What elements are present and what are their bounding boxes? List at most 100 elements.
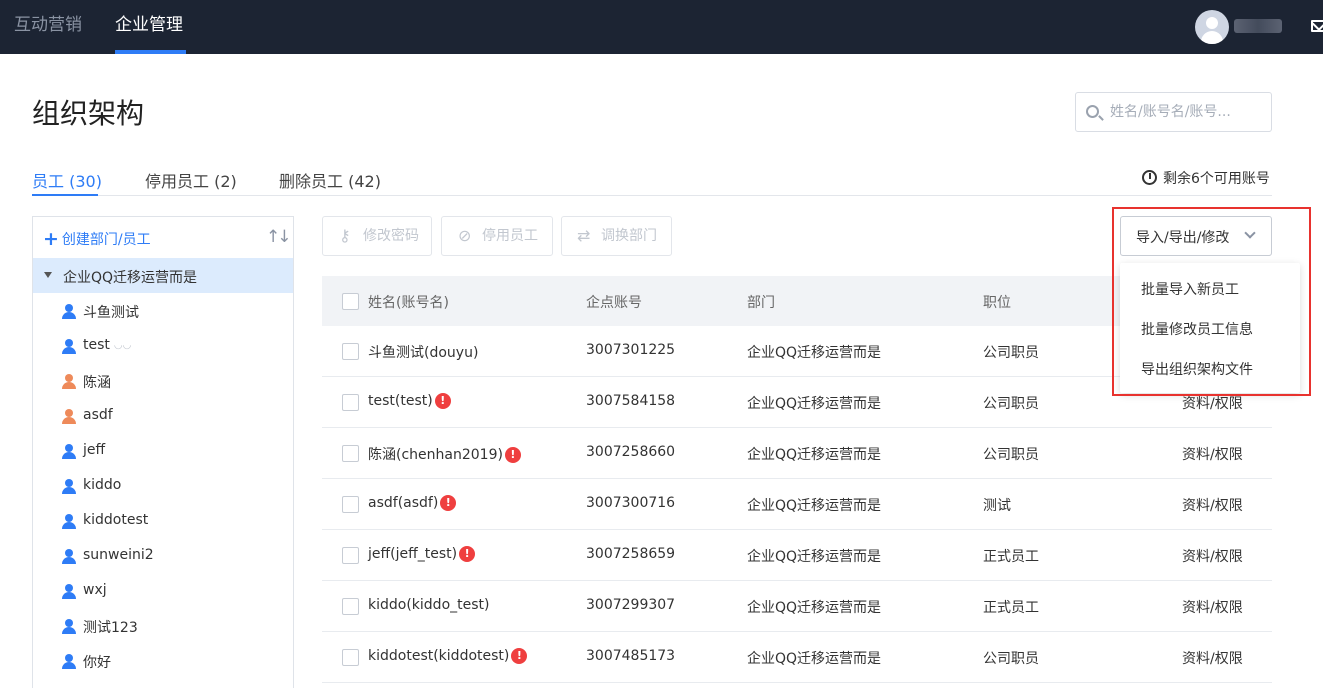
tree-member[interactable]: 测试123 [33,609,293,644]
person-icon [61,479,77,494]
row-checkbox[interactable] [342,394,359,411]
cell-name: kiddotest(kiddotest) [368,648,510,664]
create-dept-employee-button[interactable]: + 创建部门/员工 [43,228,151,250]
person-icon [61,654,77,669]
avatar[interactable] [1195,10,1229,44]
nav-active-indicator [115,50,186,54]
cell-account: 3007584158 [586,393,676,409]
warning-icon[interactable]: ! [504,447,521,463]
tree-member-label: wxj [83,582,107,598]
cell-position: 公司职员 [983,396,1039,412]
tree-member[interactable]: 陈涵 [33,364,293,399]
transfer-department-button[interactable]: ⇄ 调换部门 [561,216,672,256]
person-icon [61,374,77,389]
profile-permissions-link[interactable]: 资料/权限 [1182,444,1243,464]
person-icon [61,619,77,634]
warning-icon[interactable]: ! [511,648,528,664]
cell-department: 企业QQ迁移运营而是 [747,498,882,514]
warning-icon[interactable]: ! [459,546,476,562]
table-row: kiddo(kiddo_test) 3007299307 企业QQ迁移运营而是 … [322,581,1272,632]
table-row: asdf(asdf)! 3007300716 企业QQ迁移运营而是 测试 资料/… [322,479,1272,530]
profile-permissions-link[interactable]: 资料/权限 [1182,495,1243,515]
row-checkbox[interactable] [342,445,359,462]
tree-member-label: 测试123 [83,620,138,636]
cell-department: 企业QQ迁移运营而是 [747,549,882,565]
cell-name: test(test) [368,393,433,409]
profile-permissions-link[interactable]: 资料/权限 [1182,597,1243,617]
profile-permissions-link[interactable]: 资料/权限 [1182,546,1243,566]
nav-item-interactive-marketing[interactable]: 互动营销 [14,0,82,54]
search-icon [1086,105,1099,118]
menu-item-export-org-file[interactable]: 导出组织架构文件 [1141,359,1253,379]
cell-department: 企业QQ迁移运营而是 [747,447,882,463]
tree-member-label: 你好 [83,655,111,671]
tab-disabled-employees[interactable]: 停用员工 (2) [145,168,237,192]
search-box[interactable] [1075,92,1272,132]
menu-item-batch-modify[interactable]: 批量修改员工信息 [1141,319,1253,339]
person-icon [61,549,77,564]
profile-permissions-link[interactable]: 资料/权限 [1182,648,1243,668]
cell-position: 公司职员 [983,447,1039,463]
tab-deleted-employees[interactable]: 删除员工 (42) [279,168,381,192]
cell-account: 3007299307 [586,597,676,613]
column-header-position: 职位 [983,295,1011,311]
cell-department: 企业QQ迁移运营而是 [747,600,882,616]
tree-root-department[interactable]: 企业QQ迁移运营而是 [33,258,293,293]
tree-member[interactable]: kiddo [33,469,293,504]
column-header-department: 部门 [747,295,775,311]
row-checkbox[interactable] [342,547,359,564]
remaining-accounts-text: 剩余6个可用账号 [1163,171,1270,187]
caret-down-icon[interactable] [44,272,52,278]
tree-root-label: 企业QQ迁移运营而是 [63,270,198,286]
warning-icon[interactable]: ! [434,393,451,409]
disable-employee-button[interactable]: ⊘ 停用员工 [441,216,553,256]
tree-member[interactable]: 斗鱼测试 [33,294,293,329]
chevron-down-icon [1244,227,1256,239]
cell-name: kiddo(kiddo_test) [368,597,490,613]
import-export-menu: 批量导入新员工 批量修改员工信息 导出组织架构文件 [1120,263,1300,393]
menu-item-batch-import[interactable]: 批量导入新员工 [1141,279,1239,299]
tree-member[interactable]: asdf [33,399,293,434]
create-dept-employee-label: 创建部门/员工 [61,232,151,248]
mail-icon[interactable] [1311,20,1323,32]
cell-name: asdf(asdf) [368,495,439,511]
table-row: 陈涵(chenhan2019)! 3007258660 企业QQ迁移运营而是 公… [322,428,1272,479]
cell-name: jeff(jeff_test) [368,546,458,562]
tree-member[interactable]: kiddotest [33,504,293,539]
cell-department: 企业QQ迁移运营而是 [747,345,882,361]
top-nav-bar: 互动营销 企业管理 [0,0,1323,54]
person-icon [61,444,77,459]
import-export-dropdown[interactable]: 导入/导出/修改 [1120,216,1272,256]
person-icon [61,584,77,599]
search-input[interactable] [1110,101,1265,123]
row-checkbox[interactable] [342,496,359,513]
sort-icon[interactable]: ↑↓ [266,227,291,247]
remaining-accounts: 剩余6个可用账号 [1142,168,1270,188]
tree-member[interactable]: sunweini2 [33,539,293,574]
tree-member-label: jeff [83,442,106,458]
change-password-label: 修改密码 [363,228,419,244]
tab-employees[interactable]: 员工 (30) [32,168,102,192]
cell-position: 正式员工 [983,600,1039,616]
tree-member-label: kiddo [83,477,122,493]
blurred-username [1234,19,1282,33]
tree-member[interactable]: 你好 [33,644,293,679]
row-checkbox[interactable] [342,343,359,360]
cell-name: 斗鱼测试(douyu) [368,345,479,361]
tree-member[interactable]: test ◡◡ [33,329,293,364]
tree-member-label: sunweini2 [83,547,154,563]
row-checkbox[interactable] [342,598,359,615]
org-tree-panel: + 创建部门/员工 ↑↓ 企业QQ迁移运营而是 斗鱼测试 test ◡◡ 陈涵 as… [32,216,294,688]
transfer-department-label: 调换部门 [601,228,657,244]
tree-member[interactable]: jeff [33,434,293,469]
change-password-button[interactable]: ⚷ 修改密码 [322,216,432,256]
warning-icon[interactable]: ! [440,495,457,511]
column-header-account: 企点账号 [586,295,642,311]
tree-member[interactable]: wxj [33,574,293,609]
select-all-checkbox[interactable] [342,293,359,310]
profile-permissions-link[interactable]: 资料/权限 [1182,393,1243,413]
row-checkbox[interactable] [342,649,359,666]
tree-member-label: 斗鱼测试 [83,305,139,321]
nav-item-enterprise-management[interactable]: 企业管理 [115,0,183,54]
cell-position: 正式员工 [983,549,1039,565]
